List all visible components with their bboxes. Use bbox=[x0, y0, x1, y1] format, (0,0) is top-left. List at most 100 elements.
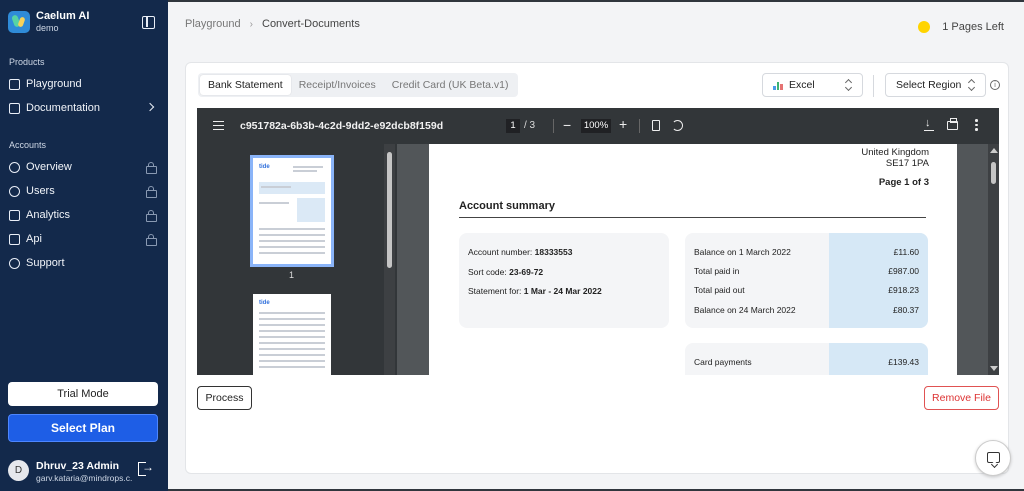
account-summary-title: Account summary bbox=[459, 200, 555, 212]
scroll-down-icon[interactable] bbox=[990, 366, 998, 371]
page-thumbnail-1[interactable]: tide bbox=[250, 155, 334, 267]
user-email: garv.kataria@mindrops.c... bbox=[36, 473, 132, 483]
breadcrumb-current: Convert-Documents bbox=[262, 18, 360, 30]
user-profile[interactable]: D Dhruv_23 Admin garv.kataria@mindrops.c… bbox=[8, 458, 160, 484]
account-number-row: Account number: 18333553 bbox=[468, 247, 572, 257]
sidebar-item-label: Api bbox=[26, 233, 42, 245]
lock-icon bbox=[146, 210, 157, 222]
balance-value: £987.00 bbox=[888, 266, 919, 276]
sidebar-item-overview[interactable]: Overview bbox=[9, 158, 159, 176]
chat-support-button[interactable] bbox=[975, 440, 1011, 476]
sidebar: Caelum AI demo Products Playground Docum… bbox=[0, 0, 168, 491]
thumbnail-page-number: 1 bbox=[289, 270, 295, 280]
user-name: Dhruv_23 Admin bbox=[36, 460, 120, 472]
tab-receipt-invoices[interactable]: Receipt/Invoices bbox=[291, 75, 384, 95]
account-number-label: Account number: bbox=[468, 247, 533, 257]
format-select[interactable]: Excel bbox=[762, 73, 863, 97]
zoom-out-icon[interactable]: − bbox=[563, 117, 571, 133]
thumbnail-logo: tide bbox=[259, 300, 270, 306]
thumbnail-scrollbar[interactable] bbox=[384, 144, 395, 375]
excel-icon bbox=[773, 80, 784, 90]
tab-bank-statement[interactable]: Bank Statement bbox=[200, 75, 291, 95]
balance-label: Total paid in bbox=[694, 266, 740, 276]
print-icon[interactable] bbox=[947, 118, 958, 130]
balance-value: £11.60 bbox=[893, 247, 919, 257]
brand-subtitle: demo bbox=[36, 23, 59, 33]
playground-icon bbox=[9, 78, 20, 90]
coin-icon bbox=[918, 21, 931, 33]
zoom-in-icon[interactable]: + bbox=[619, 116, 627, 132]
top-border bbox=[168, 0, 1024, 2]
statement-period-row: Statement for: 1 Mar - 24 Mar 2022 bbox=[468, 286, 602, 296]
analytics-icon bbox=[9, 209, 20, 221]
page-total: / 3 bbox=[524, 120, 536, 131]
logout-icon[interactable] bbox=[138, 460, 154, 476]
menu-icon[interactable] bbox=[213, 121, 224, 130]
sidebar-item-label: Users bbox=[26, 185, 55, 197]
balance-label: Balance on 24 March 2022 bbox=[694, 305, 796, 315]
api-icon bbox=[9, 233, 20, 245]
sort-code-value: 23-69-72 bbox=[509, 267, 544, 277]
brand[interactable]: Caelum AI demo bbox=[8, 10, 89, 34]
balance-value: £918.23 bbox=[888, 285, 919, 295]
main-area: Playground › Convert-Documents 1 Pages L… bbox=[168, 0, 1024, 491]
pages-left-text: 1 Pages Left bbox=[942, 21, 1004, 33]
brand-logo-icon bbox=[8, 11, 30, 33]
sidebar-item-support[interactable]: Support bbox=[9, 254, 159, 272]
select-plan-button[interactable]: Select Plan bbox=[8, 414, 158, 442]
pdf-page: United Kingdom SE17 1PA Page 1 of 3 Acco… bbox=[429, 144, 957, 375]
download-icon[interactable] bbox=[924, 117, 934, 131]
sidebar-item-playground[interactable]: Playground bbox=[9, 75, 159, 93]
remove-file-button[interactable]: Remove File bbox=[924, 386, 999, 410]
statement-period-label: Statement for: bbox=[468, 286, 522, 296]
region-select[interactable]: Select Region bbox=[885, 73, 986, 97]
sort-code-label: Sort code: bbox=[468, 267, 507, 277]
chevron-updown-icon bbox=[969, 80, 975, 90]
info-icon[interactable]: i bbox=[990, 80, 1000, 90]
rotate-icon[interactable] bbox=[672, 120, 683, 131]
chevron-right-icon: › bbox=[249, 18, 253, 30]
thumbnail-panel: tide 1 tide bbox=[197, 144, 397, 375]
process-button[interactable]: Process bbox=[197, 386, 252, 410]
pdf-viewer: c951782a-6b3b-4c2d-9dd2-e92dcb8f159d 1 /… bbox=[197, 108, 999, 375]
page-thumbnail-2[interactable]: tide bbox=[253, 294, 331, 375]
pdf-file-name: c951782a-6b3b-4c2d-9dd2-e92dcb8f159d bbox=[240, 120, 444, 132]
sidebar-item-users[interactable]: Users bbox=[9, 182, 159, 200]
trial-mode-button[interactable]: Trial Mode bbox=[8, 382, 158, 406]
account-number-value: 18333553 bbox=[534, 247, 573, 257]
toolbar-divider bbox=[639, 119, 640, 133]
sidebar-item-label: Analytics bbox=[26, 209, 71, 221]
pdf-toolbar: c951782a-6b3b-4c2d-9dd2-e92dcb8f159d 1 /… bbox=[197, 108, 999, 144]
avatar: D bbox=[8, 460, 29, 481]
balance-label: Total paid out bbox=[694, 285, 745, 295]
sidebar-toggle-icon[interactable] bbox=[142, 16, 155, 29]
address-line: United Kingdom bbox=[861, 147, 929, 158]
balance-value: £80.37 bbox=[893, 305, 919, 315]
format-select-value: Excel bbox=[789, 79, 815, 91]
fit-page-icon[interactable] bbox=[652, 120, 660, 131]
sidebar-item-label: Overview bbox=[26, 161, 72, 173]
users-icon bbox=[9, 185, 20, 197]
sidebar-item-label: Documentation bbox=[26, 102, 100, 114]
products-section-label: Products bbox=[9, 57, 45, 67]
balance-label: Balance on 1 March 2022 bbox=[694, 247, 791, 257]
page-of-label: Page 1 of 3 bbox=[878, 177, 929, 188]
more-options-icon[interactable] bbox=[975, 119, 978, 132]
sort-code-row: Sort code: 23-69-72 bbox=[468, 267, 543, 277]
sidebar-item-label: Playground bbox=[26, 78, 82, 90]
balance-summary-box: Balance on 1 March 2022 £11.60 Total pai… bbox=[685, 233, 928, 328]
sidebar-item-documentation[interactable]: Documentation bbox=[9, 99, 159, 117]
card-payments-value: £139.43 bbox=[888, 357, 919, 367]
book-icon bbox=[9, 102, 20, 114]
page-scrollbar[interactable] bbox=[988, 144, 999, 375]
zoom-level-input[interactable]: 100% bbox=[581, 119, 611, 133]
tab-credit-card[interactable]: Credit Card (UK Beta.v1) bbox=[384, 75, 517, 95]
breadcrumb-root[interactable]: Playground bbox=[185, 18, 241, 30]
scroll-up-icon[interactable] bbox=[990, 148, 998, 153]
page-number-input[interactable]: 1 bbox=[506, 119, 520, 133]
sidebar-item-api[interactable]: Api bbox=[9, 230, 159, 248]
chevron-right-icon bbox=[145, 102, 155, 112]
sidebar-item-analytics[interactable]: Analytics bbox=[9, 206, 159, 224]
support-icon bbox=[9, 257, 20, 269]
lock-icon bbox=[146, 186, 157, 198]
